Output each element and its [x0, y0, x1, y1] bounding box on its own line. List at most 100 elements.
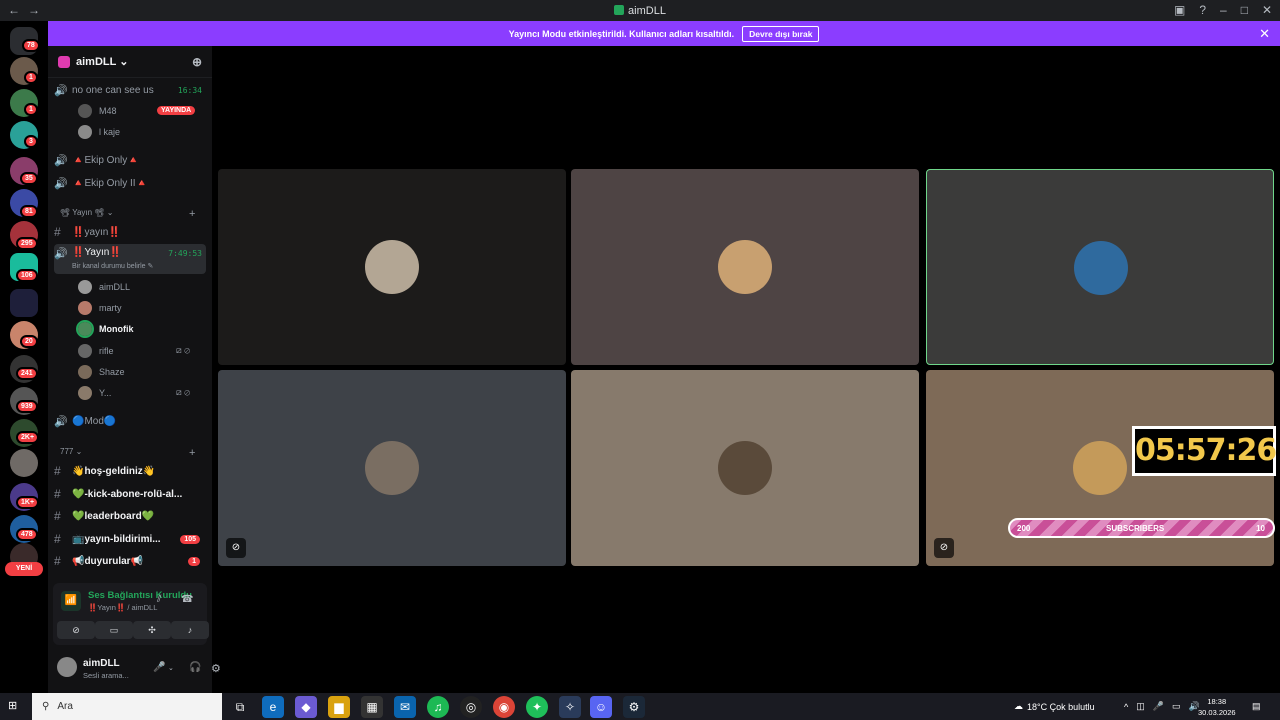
- mail-icon[interactable]: ✉: [394, 696, 416, 718]
- participant-tile[interactable]: [571, 370, 919, 566]
- current-user-status: Sesli arama...: [83, 671, 129, 680]
- maximize-button[interactable]: □: [1241, 3, 1248, 17]
- participant-avatar: [365, 441, 419, 495]
- category-header[interactable]: 📽 Yayın 📽 ⌄ +: [60, 208, 200, 220]
- participant-tile[interactable]: [571, 169, 919, 365]
- channel-name: 👋hoş-geldiniz👋: [72, 465, 156, 477]
- voice-user[interactable]: aimDLL: [78, 280, 130, 294]
- copilot-icon[interactable]: ◆: [295, 696, 317, 718]
- server-icon[interactable]: [10, 449, 38, 477]
- store-icon[interactable]: ▦: [361, 696, 383, 718]
- guild-icon: [58, 55, 70, 68]
- inbox-icon[interactable]: ▣: [1174, 3, 1185, 17]
- voice-channel[interactable]: 🔊 no one can see us 16:34: [54, 82, 206, 98]
- voice-user[interactable]: marty: [78, 301, 122, 315]
- add-channel-icon[interactable]: +: [189, 208, 195, 220]
- avatar: [76, 320, 94, 338]
- weather-widget[interactable]: ☁ 18°C Çok bulutlu: [1014, 693, 1095, 720]
- edge-icon[interactable]: e: [262, 696, 284, 718]
- channel-name: ‼️Yayın‼️: [72, 247, 122, 258]
- network-icon[interactable]: ▭: [1172, 701, 1181, 712]
- participant-tile[interactable]: [218, 169, 566, 365]
- close-window-button[interactable]: ✕: [1262, 3, 1272, 17]
- mention-count: 105: [180, 534, 200, 544]
- text-channel[interactable]: # ‼️yayın‼️: [54, 224, 206, 240]
- user-name: Y...: [99, 388, 112, 398]
- chevron-down-icon[interactable]: ⌄: [168, 664, 174, 672]
- settings-gear-icon[interactable]: ⚙: [211, 662, 221, 675]
- connection-channel[interactable]: ‼️Yayın‼️ / aimDLL: [88, 603, 157, 612]
- invite-icon[interactable]: ⊕: [192, 55, 202, 69]
- microphone-icon[interactable]: 🎤: [153, 662, 165, 673]
- cloud-icon: ☁: [1014, 701, 1023, 711]
- windows-start-icon[interactable]: ⊞: [8, 699, 22, 713]
- server-badge: 939: [16, 400, 38, 413]
- screen-share-button[interactable]: ▭: [95, 621, 133, 639]
- category-name: 📽 Yayın 📽 ⌄: [60, 208, 114, 217]
- chrome-icon[interactable]: ◉: [493, 696, 515, 718]
- add-channel-icon[interactable]: +: [189, 447, 195, 459]
- participant-avatar: [718, 441, 772, 495]
- discord-taskbar-icon[interactable]: ☺: [590, 696, 612, 718]
- text-channel[interactable]: # 📢duyurular📢 1: [54, 553, 206, 569]
- text-channel[interactable]: # 💚leaderboard💚: [54, 508, 206, 524]
- category-header[interactable]: 777 ⌄ +: [60, 447, 200, 459]
- server-badge: 3: [24, 135, 38, 148]
- notification-icon[interactable]: ▤: [1252, 693, 1261, 720]
- channel-status[interactable]: Bir kanal durumu belirle ✎: [72, 262, 153, 270]
- user-avatar[interactable]: [57, 657, 77, 677]
- task-view-icon[interactable]: ⧉: [229, 696, 251, 718]
- taskbar-search[interactable]: ⚲ Ara: [32, 693, 222, 720]
- spotify-icon[interactable]: ♫: [427, 696, 449, 718]
- mention-count: 1: [188, 556, 200, 566]
- signal-icon[interactable]: 📶: [61, 591, 81, 611]
- voice-channel[interactable]: 🔊 🔵Mod🔵: [54, 413, 206, 429]
- browser-icon[interactable]: ◎: [460, 696, 482, 718]
- close-banner-icon[interactable]: ✕: [1259, 26, 1270, 42]
- voice-user[interactable]: l kaje: [78, 125, 120, 139]
- server-folder-icon[interactable]: [10, 289, 38, 317]
- voice-channel[interactable]: 🔊 🔺Ekip Only🔺: [54, 152, 206, 168]
- system-tray: ^ ◫ 🎤 ▭ 🔊: [1124, 693, 1200, 720]
- participant-tile-speaking[interactable]: [926, 169, 1274, 365]
- guild-header[interactable]: aimDLL ⌄ ⊕: [48, 46, 212, 78]
- soundboard-button[interactable]: ♪: [171, 621, 209, 639]
- voice-user[interactable]: M48: [78, 104, 117, 118]
- app-icon[interactable]: ✧: [559, 696, 581, 718]
- current-user-name[interactable]: aimDLL: [83, 658, 120, 669]
- voice-user[interactable]: Shaze: [78, 365, 125, 379]
- disable-streamer-mode-button[interactable]: Devre dışı bırak: [742, 25, 820, 42]
- help-icon[interactable]: ?: [1199, 3, 1206, 17]
- steam-icon[interactable]: ⚙: [623, 696, 645, 718]
- text-channel[interactable]: # 💚-kick-abone-rolü-al...: [54, 486, 206, 502]
- voice-user[interactable]: Y...: [78, 386, 111, 400]
- user-name: M48: [99, 106, 117, 116]
- camera-button[interactable]: ⊘: [57, 621, 95, 639]
- participant-tile[interactable]: ⊘: [218, 370, 566, 566]
- channel-name: ‼️yayın‼️: [72, 226, 121, 238]
- new-unreads-pill[interactable]: YENİ: [5, 562, 43, 576]
- microphone-icon[interactable]: 🎤: [1153, 701, 1164, 712]
- voice-user-speaking[interactable]: Monofik: [76, 320, 134, 338]
- disconnect-icon[interactable]: ☎: [181, 594, 193, 605]
- connection-status[interactable]: Ses Bağlantısı Kuruldu: [88, 590, 192, 601]
- streamer-mode-banner: Yayıncı Modu etkinleştirildi. Kullanıcı …: [48, 21, 1280, 46]
- file-explorer-icon[interactable]: ▆: [328, 696, 350, 718]
- text-channel[interactable]: # 📺yayın-bildirimi... 105: [54, 531, 206, 547]
- minimize-button[interactable]: –: [1220, 3, 1227, 17]
- voice-channel-active[interactable]: 🔊 ‼️Yayın‼️ 7:49:53 Bir kanal durumu bel…: [54, 244, 206, 274]
- discord-logo-icon: [614, 5, 625, 15]
- noise-suppression-icon[interactable]: ⫽: [157, 594, 161, 605]
- voice-user[interactable]: rifle: [78, 344, 114, 358]
- camera-off-icon: ⊘: [934, 538, 954, 558]
- voice-channel[interactable]: 🔊 🔺Ekip Only II🔺: [54, 175, 206, 191]
- speaker-icon: 🔊: [54, 177, 68, 190]
- activities-button[interactable]: ✣: [133, 621, 171, 639]
- chevron-up-icon[interactable]: ^: [1124, 702, 1128, 712]
- camera-icon[interactable]: ◫: [1136, 701, 1145, 712]
- app-icon[interactable]: ✦: [526, 696, 548, 718]
- taskbar-clock[interactable]: 18:38 30.03.2026: [1198, 696, 1236, 718]
- text-channel[interactable]: # 👋hoş-geldiniz👋: [54, 463, 206, 479]
- headphones-icon[interactable]: 🎧: [189, 662, 201, 673]
- participant-avatar: [365, 240, 419, 294]
